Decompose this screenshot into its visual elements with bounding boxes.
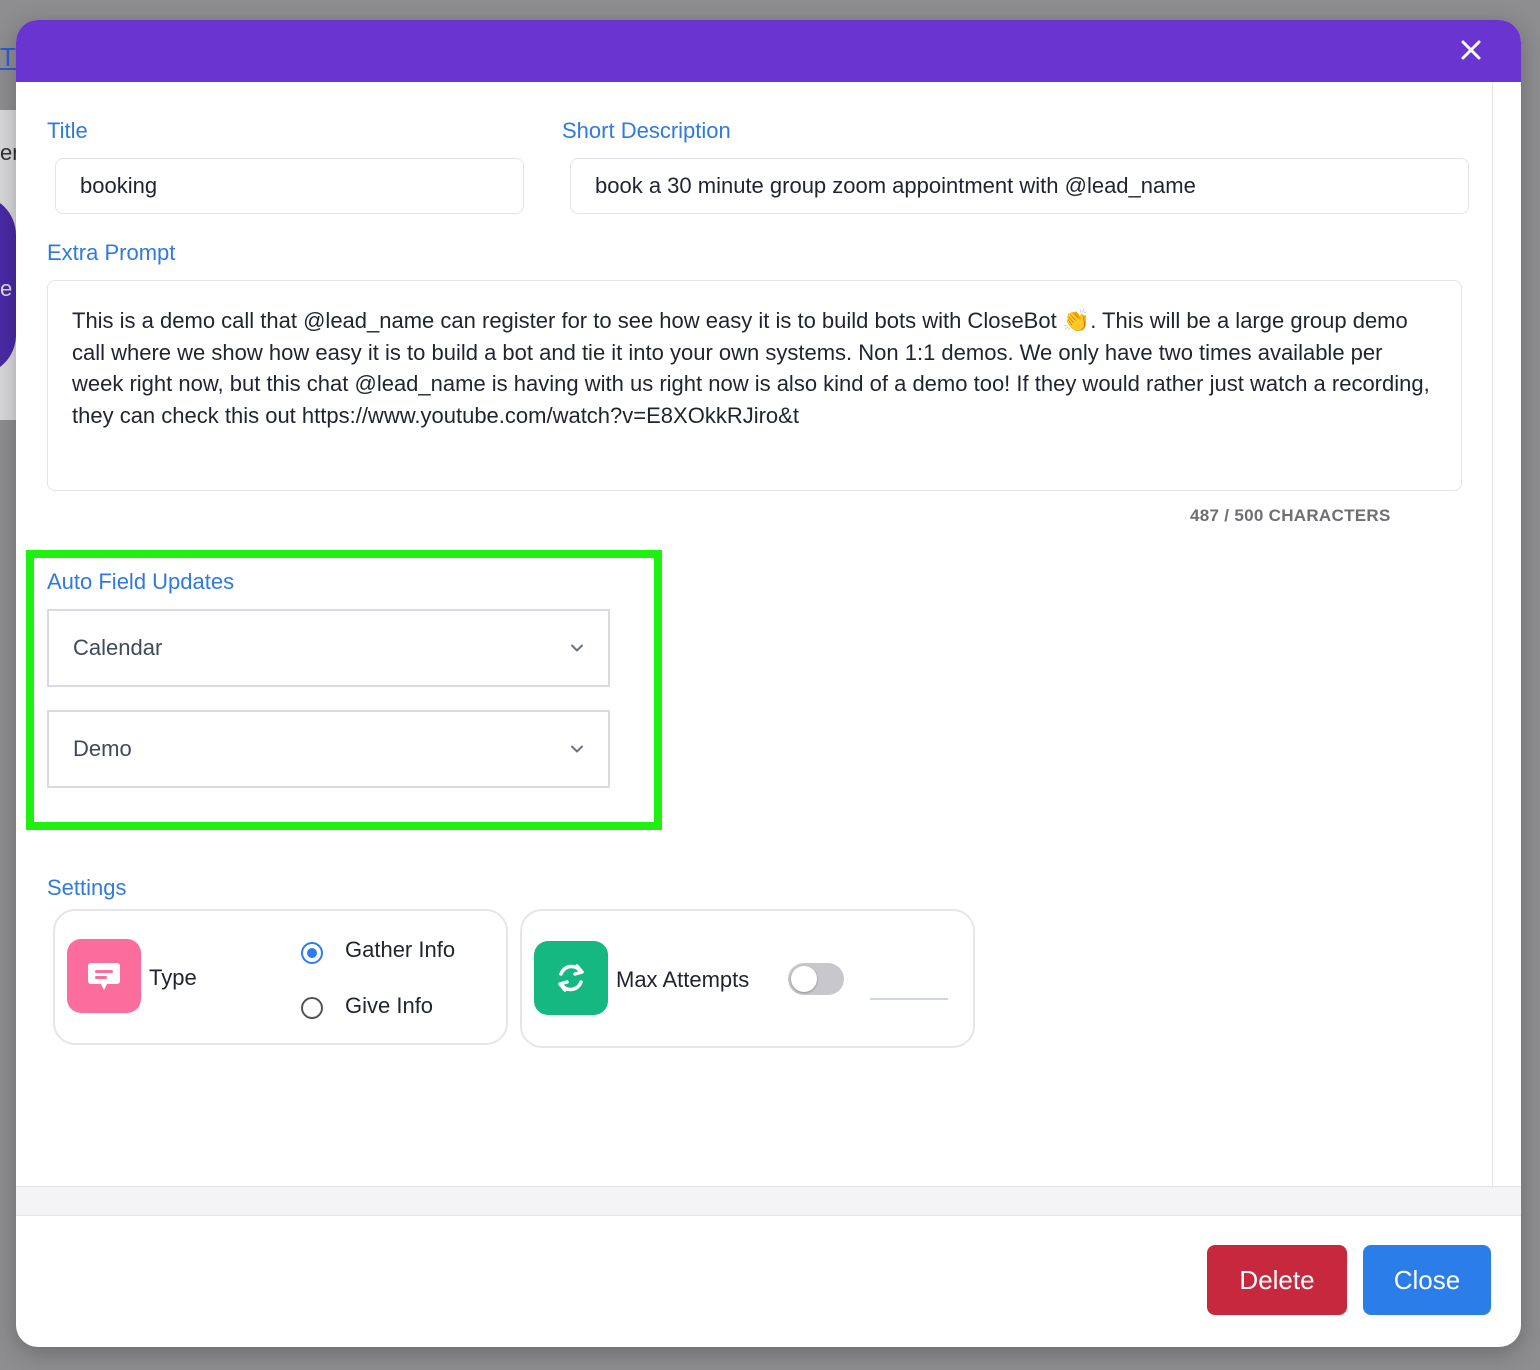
- short-description-input[interactable]: book a 30 minute group zoom appointment …: [570, 158, 1469, 214]
- extra-prompt-textarea[interactable]: This is a demo call that @lead_name can …: [47, 280, 1462, 491]
- title-input[interactable]: booking: [55, 158, 524, 214]
- title-input-value: booking: [80, 173, 158, 198]
- chevron-down-icon: [571, 644, 583, 652]
- background-link: T: [0, 42, 16, 72]
- refresh-icon: [534, 941, 608, 1015]
- demo-select[interactable]: Demo: [47, 710, 610, 788]
- settings-label: Settings: [47, 875, 127, 900]
- calendar-select-value: Calendar: [73, 635, 163, 660]
- title-label: Title: [47, 118, 88, 143]
- demo-select-value: Demo: [73, 736, 132, 761]
- chat-icon: [67, 939, 141, 1013]
- character-count: 487 / 500 CHARACTERS: [1190, 506, 1391, 525]
- calendar-select[interactable]: Calendar: [47, 609, 610, 687]
- type-label: Type: [149, 965, 197, 990]
- extra-prompt-label: Extra Prompt: [47, 240, 176, 265]
- scroll-divider: [1492, 82, 1493, 1187]
- give-info-label[interactable]: Give Info: [345, 993, 433, 1019]
- close-button[interactable]: Close: [1363, 1245, 1491, 1315]
- footer-separator: [16, 1186, 1521, 1216]
- delete-button[interactable]: Delete: [1207, 1245, 1347, 1315]
- gather-info-label[interactable]: Gather Info: [345, 937, 455, 963]
- give-info-radio[interactable]: [301, 997, 323, 1019]
- extra-prompt-value: This is a demo call that @lead_name can …: [72, 308, 1430, 428]
- short-description-label: Short Description: [562, 118, 731, 143]
- type-card: Type Gather Info Give Info: [53, 909, 508, 1045]
- short-description-value: book a 30 minute group zoom appointment …: [595, 173, 1196, 198]
- close-icon[interactable]: [1453, 32, 1489, 68]
- background-text: e: [0, 276, 13, 301]
- max-attempts-card: Max Attempts: [520, 909, 975, 1048]
- auto-field-updates-label: Auto Field Updates: [47, 569, 235, 594]
- modal-header: [16, 20, 1521, 82]
- gather-info-radio[interactable]: [301, 942, 323, 964]
- chevron-down-icon: [571, 745, 583, 753]
- edit-modal: Title booking Short Description book a 3…: [16, 20, 1521, 1347]
- max-attempts-input[interactable]: [870, 998, 948, 1000]
- max-attempts-label: Max Attempts: [616, 967, 750, 992]
- max-attempts-toggle[interactable]: [788, 963, 844, 995]
